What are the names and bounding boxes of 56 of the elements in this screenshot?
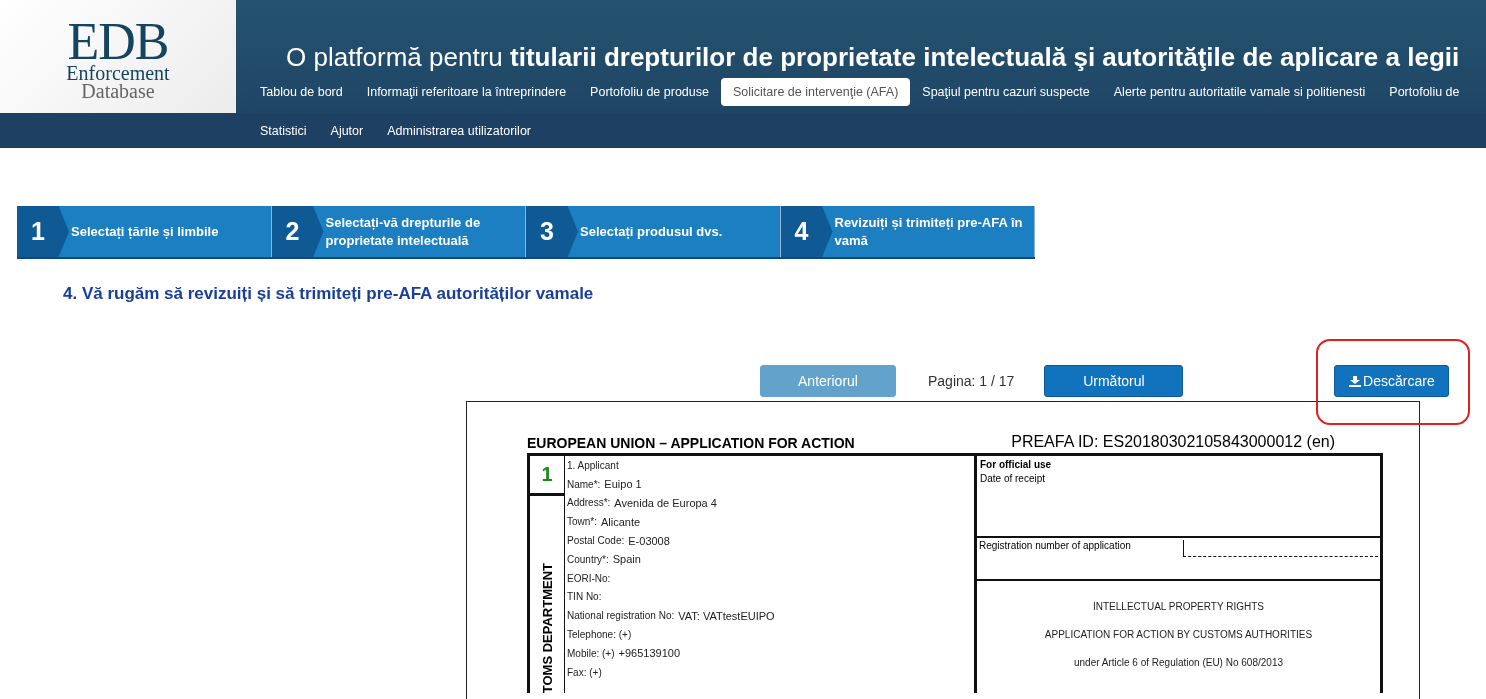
field-value: Euipo 1 bbox=[604, 478, 642, 491]
box-heading: For official use bbox=[980, 459, 1053, 470]
next-button[interactable]: Următorul bbox=[1044, 365, 1184, 397]
field-label: Mobile: (+) bbox=[567, 647, 615, 659]
field-label: Fax: (+) bbox=[567, 666, 602, 678]
form-caption: INTELLECTUAL PROPERTY RIGHTS bbox=[1093, 601, 1264, 612]
download-icon bbox=[1349, 375, 1362, 387]
field-value: Spain bbox=[612, 553, 641, 566]
field-label: Date of receipt bbox=[980, 473, 1047, 484]
nav-item[interactable]: Spaţiul pentru cazuri suspecte bbox=[910, 78, 1102, 106]
field-label: Address*: bbox=[567, 497, 611, 509]
step-label: Selectați țările și limbile bbox=[70, 222, 220, 241]
logo-acronym: EDB bbox=[67, 19, 169, 64]
field-value: VAT: VATtestEUIPO bbox=[678, 609, 775, 622]
form-caption: APPLICATION FOR ACTION BY CUSTOMS AUTHORITIES bbox=[1044, 629, 1313, 640]
field-label: TIN No: bbox=[567, 591, 602, 603]
field-label: Postal Code: bbox=[567, 535, 625, 547]
nav-item[interactable]: Tablou de bord bbox=[248, 78, 355, 106]
nav-item[interactable]: Alerte pentru autoritatile vamale si politienesti bbox=[1101, 78, 1378, 106]
page-heading: 4. Vă rugăm să revizuiți și să trimiteți pre-AFA autorităților vamale bbox=[63, 284, 595, 304]
field-label: Telephone: (+) bbox=[567, 629, 632, 641]
step-number: 1 bbox=[17, 206, 69, 257]
form-caption: under Article 6 of Regulation (EU) No 608/2013 bbox=[1074, 657, 1283, 668]
page-indicator: Pagina: 1 / 17 bbox=[928, 373, 1015, 389]
field-label: Town*: bbox=[567, 516, 597, 528]
document-id: PREAFA ID: ES20180302105843000012 (en) bbox=[1011, 433, 1335, 451]
nav-item[interactable]: Administrarea utilizatorilor bbox=[375, 116, 531, 145]
logo-text: Enforcement bbox=[66, 63, 170, 82]
step-number: 4 bbox=[780, 206, 833, 257]
section-number: 1 bbox=[530, 456, 564, 496]
nav-item[interactable]: Portofoliu de bbox=[1377, 78, 1460, 106]
side-label: TOMS DEPARTMENT bbox=[539, 562, 555, 693]
field-label: Registration number of application bbox=[979, 540, 1131, 553]
nav-item[interactable]: Statistici bbox=[248, 116, 319, 145]
step-label: Selectați-vă drepturile de proprietate intelectuală bbox=[324, 213, 482, 250]
field-label: Country*: bbox=[567, 553, 609, 565]
logo-text: Database bbox=[81, 81, 155, 100]
field-label: National registration No: bbox=[567, 610, 675, 622]
field-value: E-03008 bbox=[628, 534, 670, 547]
field-value: Alicante bbox=[601, 515, 641, 528]
nav-item[interactable]: Informaţii referitoare la întreprindere bbox=[354, 78, 579, 106]
section-heading: 1. Applicant bbox=[567, 459, 619, 471]
step-number: 3 bbox=[526, 206, 578, 257]
nav-item[interactable]: Ajutor bbox=[318, 116, 376, 145]
field-label: EORI-No: bbox=[567, 572, 611, 584]
step-number: 2 bbox=[271, 206, 324, 257]
site-title: O platformă pentru titularii drepturilor de proprietate intelectuală şi autorităţile de aplicare a legii bbox=[285, 41, 1461, 72]
nav-item[interactable]: Portofoliu de produse bbox=[578, 78, 721, 106]
document-title: EUROPEAN UNION – APPLICATION FOR ACTION bbox=[527, 435, 856, 451]
download-button[interactable]: Descărcare bbox=[1334, 365, 1450, 397]
step-label: Selectați produsul dvs. bbox=[579, 222, 724, 241]
step-label: Revizuiți și trimiteți pre-AFA în vamă bbox=[833, 213, 1024, 250]
field-value: +965139100 bbox=[618, 647, 680, 660]
nav-item[interactable]: Solicitare de intervenţie (AFA) bbox=[720, 78, 911, 106]
field-value: Avenida de Europa 4 bbox=[614, 497, 717, 509]
field-label: Name*: bbox=[567, 478, 601, 490]
